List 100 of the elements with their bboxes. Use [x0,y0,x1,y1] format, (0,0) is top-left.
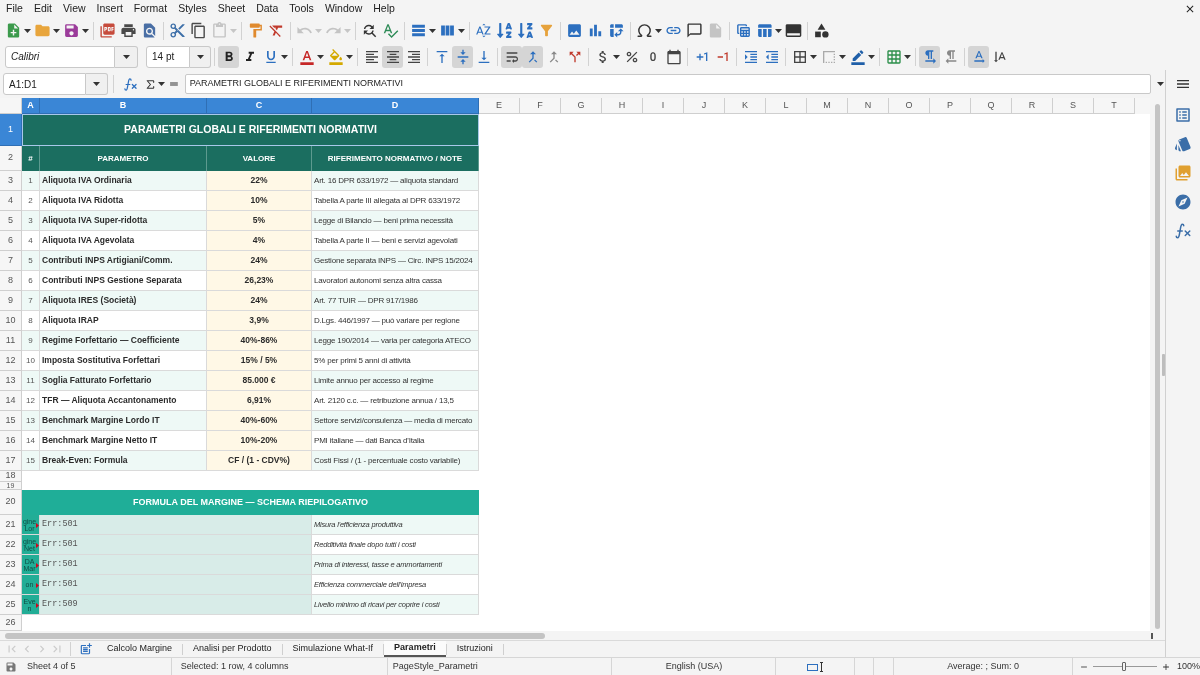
font-size-field[interactable]: 14 pt [146,45,190,68]
column-header[interactable]: L [766,98,807,114]
row-header[interactable]: 10 [0,311,22,331]
row-header[interactable]: 26 [0,615,22,631]
sort-ascending-icon[interactable] [496,22,513,39]
column-header[interactable]: I [643,98,684,114]
copy-icon[interactable] [190,22,207,39]
dropdown-button[interactable] [86,73,108,95]
font-name-field[interactable]: Calibri [5,45,115,68]
caret-icon[interactable] [53,28,60,33]
resize-handle[interactable] [1162,353,1165,376]
column-header[interactable]: P [930,98,971,114]
sheet-tab[interactable]: Istruzioni [446,641,503,657]
caret-icon[interactable] [868,54,875,59]
window-panel-icon[interactable] [785,22,802,39]
table-rows-icon[interactable] [410,22,427,39]
caret-icon[interactable] [82,28,89,33]
caret-icon[interactable] [655,28,662,33]
row-header[interactable]: 12 [0,351,22,371]
column-header[interactable]: B [40,98,207,114]
pdf-icon[interactable] [99,22,116,39]
column-header[interactable]: J [684,98,725,114]
menu-item[interactable]: Tools [289,1,314,17]
compass-icon[interactable] [1174,193,1192,211]
column-header[interactable]: F [520,98,561,114]
row-header[interactable]: 8 [0,271,22,291]
dropdown-button[interactable] [115,45,138,68]
menu-item[interactable]: Insert [96,1,123,17]
slider-thumb[interactable] [1121,662,1126,671]
column-header[interactable]: E [479,98,520,114]
menu-item[interactable]: Window [324,1,363,17]
menu-item[interactable]: View [63,1,86,17]
table-header-icon[interactable] [756,22,773,39]
caret-icon[interactable] [346,54,353,59]
column-header[interactable]: A [22,98,40,114]
caret-icon[interactable] [317,54,324,59]
column-header[interactable]: Q [971,98,1012,114]
caret-icon[interactable] [429,28,436,33]
column-header[interactable]: O [889,98,930,114]
function-icon[interactable] [123,76,138,92]
row-header[interactable]: 22 [0,535,22,555]
column-header[interactable]: S [1053,98,1094,114]
row-header[interactable]: 25 [0,595,22,615]
caret-icon[interactable] [839,54,846,59]
row-header[interactable]: 14 [0,391,22,411]
row-header[interactable]: 7 [0,251,22,271]
sort-descending-icon[interactable] [517,22,534,39]
row-header[interactable]: 15 [0,411,22,431]
name-box[interactable]: A1:D1 [3,73,86,95]
sheet-tab[interactable]: Parametri [384,641,446,657]
menu-item[interactable]: Help [373,1,395,17]
row-header[interactable]: 17 [0,451,22,471]
menu-item[interactable]: File [6,1,23,17]
caret-icon[interactable] [122,54,130,59]
split-handle[interactable] [1151,632,1153,639]
row-header[interactable]: 6 [0,231,22,251]
sort-icon[interactable] [475,22,492,39]
caret-icon[interactable] [93,82,100,86]
close-icon[interactable] [1184,3,1196,15]
table-arrows-icon[interactable] [608,22,625,39]
bar-chart-icon[interactable] [587,22,604,39]
style-cards-icon[interactable] [1174,135,1192,153]
column-header[interactable]: D [312,98,479,114]
shapes-icon[interactable] [813,22,830,39]
zoom-percentage[interactable]: 100% [1176,659,1200,674]
row-header[interactable]: 3 [0,171,22,191]
spellcheck-icon[interactable] [382,22,399,39]
list-panel-icon[interactable] [1174,106,1192,124]
dropdown-button[interactable] [190,45,211,68]
sheet-tab[interactable]: Calcolo Margine [97,641,183,657]
column-header[interactable]: R [1012,98,1053,114]
row-header[interactable]: 13 [0,371,22,391]
column-header[interactable]: K [725,98,766,114]
function-icon[interactable] [1174,222,1192,240]
menu-item[interactable]: Styles [178,1,207,17]
formula-input[interactable]: PARAMETRI GLOBALI E RIFERIMENTI NORMATIVI [184,74,1152,94]
column-header[interactable]: N [848,98,889,114]
menu-item[interactable]: Sheet [217,1,246,17]
printer-icon[interactable] [120,22,137,39]
rectangle-text-cursor-icon[interactable] [806,661,824,672]
row-header[interactable]: 18 [0,471,22,482]
comment-icon[interactable] [686,22,703,39]
caret-icon[interactable] [157,82,165,86]
scissors-icon[interactable] [169,22,186,39]
row-header[interactable]: 11 [0,331,22,351]
column-header[interactable]: H [602,98,643,114]
image-icon[interactable] [566,22,583,39]
row-header[interactable]: 4 [0,191,22,211]
add-sheet-icon[interactable] [79,642,93,656]
row-header[interactable]: 21 [0,515,22,535]
row-header[interactable]: 24 [0,575,22,595]
sheet-tab[interactable]: Simulazione What-If [282,641,384,657]
caret-icon[interactable] [613,54,620,59]
caret-icon[interactable] [775,28,782,33]
omega-icon[interactable] [636,22,653,39]
row-header[interactable]: 2 [0,146,22,171]
sheet-tab[interactable]: Analisi per Prodotto [183,641,282,657]
row-header[interactable]: 5 [0,211,22,231]
caret-icon[interactable] [458,28,465,33]
menu-item[interactable]: Edit [33,1,52,17]
